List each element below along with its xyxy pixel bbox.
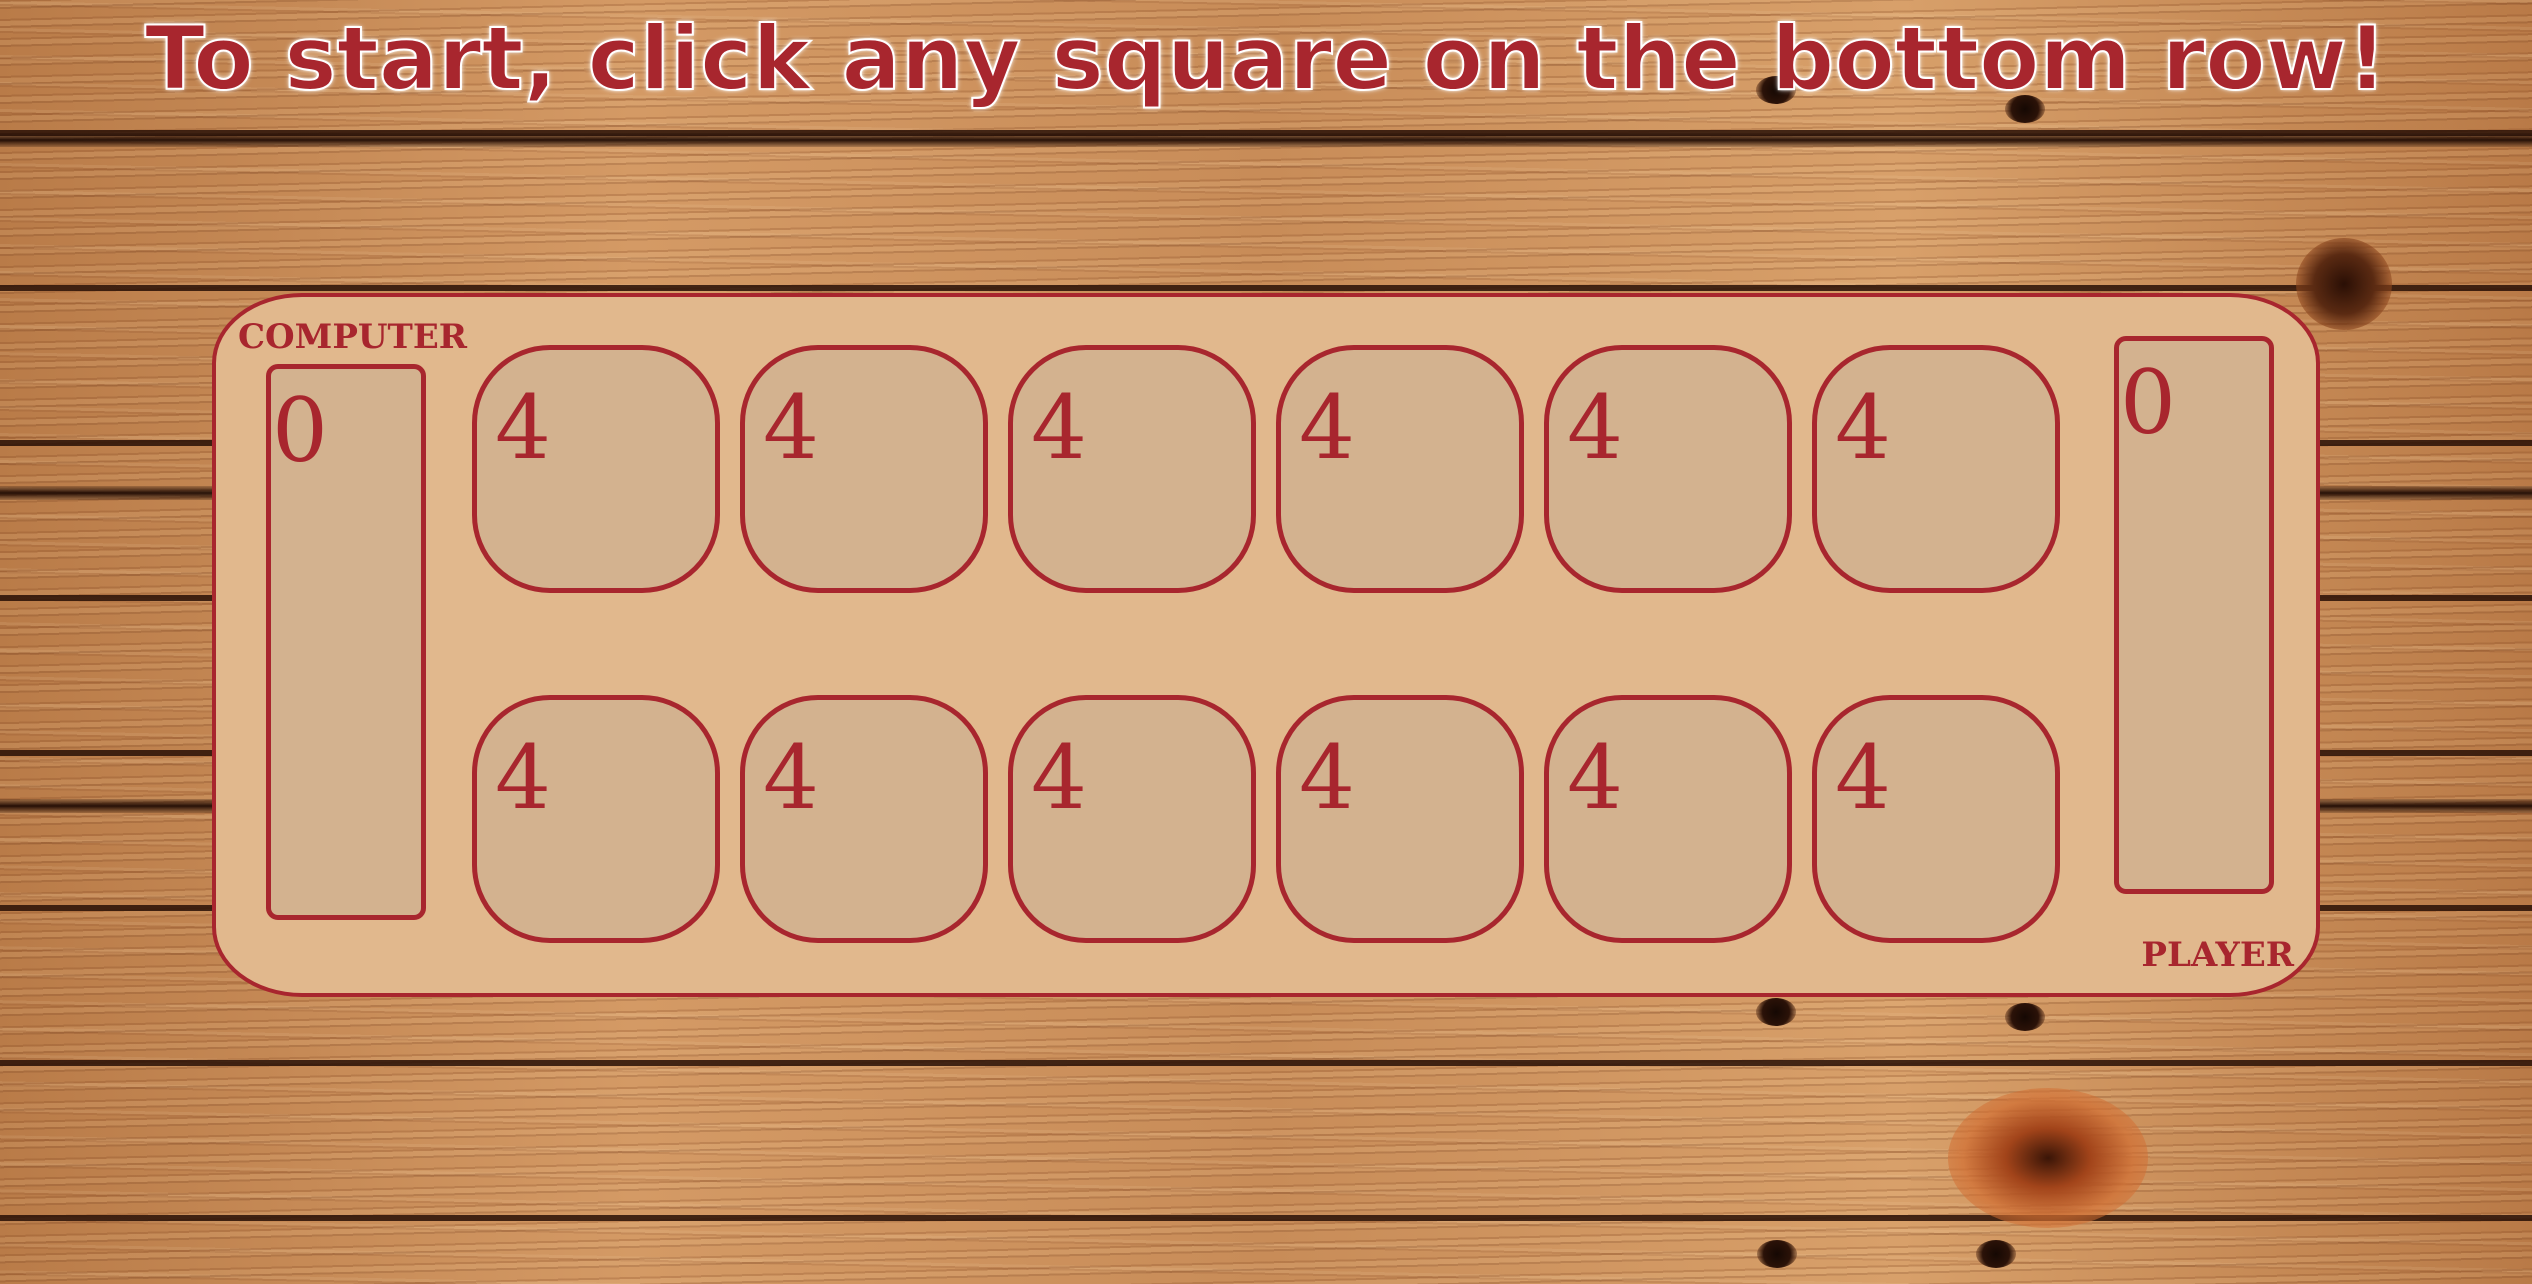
pit-seed-count: 4	[495, 726, 551, 829]
nail-hole	[1756, 998, 1796, 1026]
computer-store-count: 0	[272, 379, 328, 482]
nail-hole	[2005, 1003, 2045, 1031]
pit-seed-count: 4	[763, 376, 819, 479]
player-pit-6[interactable]: 4	[1812, 695, 2060, 943]
computer-pit-5: 4	[1544, 345, 1792, 593]
nail-hole	[1976, 1240, 2016, 1268]
nail-hole	[1757, 1240, 1797, 1268]
computer-store: 0	[266, 364, 426, 920]
computer-pit-1: 4	[472, 345, 720, 593]
player-label: PLAYER	[2141, 935, 2294, 975]
wood-knot	[2296, 238, 2392, 330]
player-pit-4[interactable]: 4	[1276, 695, 1524, 943]
start-instruction: To start, click any square on the bottom…	[144, 6, 2388, 111]
pit-seed-count: 4	[1835, 726, 1891, 829]
pit-seed-count: 4	[1299, 726, 1355, 829]
pit-seed-count: 4	[1031, 726, 1087, 829]
pit-seed-count: 4	[1567, 376, 1623, 479]
computer-pit-3: 4	[1008, 345, 1256, 593]
pit-seed-count: 4	[763, 726, 819, 829]
player-pit-1[interactable]: 4	[472, 695, 720, 943]
player-store-count: 0	[2120, 351, 2176, 454]
pit-seed-count: 4	[1299, 376, 1355, 479]
pit-seed-count: 4	[1567, 726, 1623, 829]
computer-label: COMPUTER	[238, 317, 468, 357]
wood-knot	[1948, 1088, 2148, 1228]
pit-seed-count: 4	[1835, 376, 1891, 479]
computer-pit-4: 4	[1276, 345, 1524, 593]
player-pit-2[interactable]: 4	[740, 695, 988, 943]
wood-plank-gap	[0, 133, 2532, 147]
pit-seed-count: 4	[495, 376, 551, 479]
pit-seed-count: 4	[1031, 376, 1087, 479]
player-pit-3[interactable]: 4	[1008, 695, 1256, 943]
player-pit-5[interactable]: 4	[1544, 695, 1792, 943]
player-store: 0	[2114, 336, 2274, 894]
mancala-board: COMPUTER PLAYER 0 0 4 4 4 4 4 4 4 4 4 4 …	[212, 293, 2320, 997]
computer-pit-6: 4	[1812, 345, 2060, 593]
computer-pit-2: 4	[740, 345, 988, 593]
